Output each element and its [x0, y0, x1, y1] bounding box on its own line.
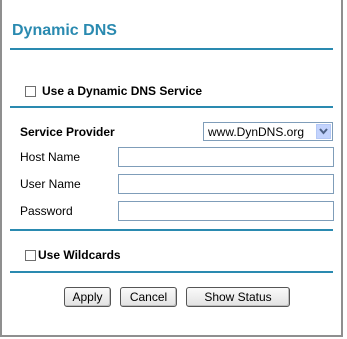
cancel-button[interactable]: Cancel: [120, 287, 177, 307]
use-dynamic-dns-label: Use a Dynamic DNS Service: [42, 84, 203, 98]
apply-button[interactable]: Apply: [64, 287, 111, 307]
use-wildcards-label: Use Wildcards: [38, 248, 121, 262]
divider: [10, 271, 333, 273]
service-provider-select[interactable]: www.DynDNS.org: [203, 122, 333, 141]
use-wildcards-checkbox[interactable]: [25, 250, 36, 261]
divider: [10, 229, 333, 231]
host-name-field[interactable]: [118, 147, 334, 167]
chevron-down-icon[interactable]: [316, 124, 331, 139]
show-status-button[interactable]: Show Status: [186, 287, 290, 307]
divider: [10, 48, 333, 50]
password-label: Password: [20, 204, 73, 218]
user-name-field[interactable]: [118, 174, 334, 194]
page-title: Dynamic DNS: [12, 22, 117, 39]
password-field[interactable]: [118, 201, 334, 221]
divider: [10, 106, 333, 108]
user-name-label: User Name: [20, 177, 81, 191]
service-provider-value: www.DynDNS.org: [208, 125, 305, 139]
host-name-label: Host Name: [20, 150, 81, 164]
service-provider-label: Service Provider: [20, 125, 115, 139]
use-dynamic-dns-checkbox[interactable]: [25, 86, 36, 97]
